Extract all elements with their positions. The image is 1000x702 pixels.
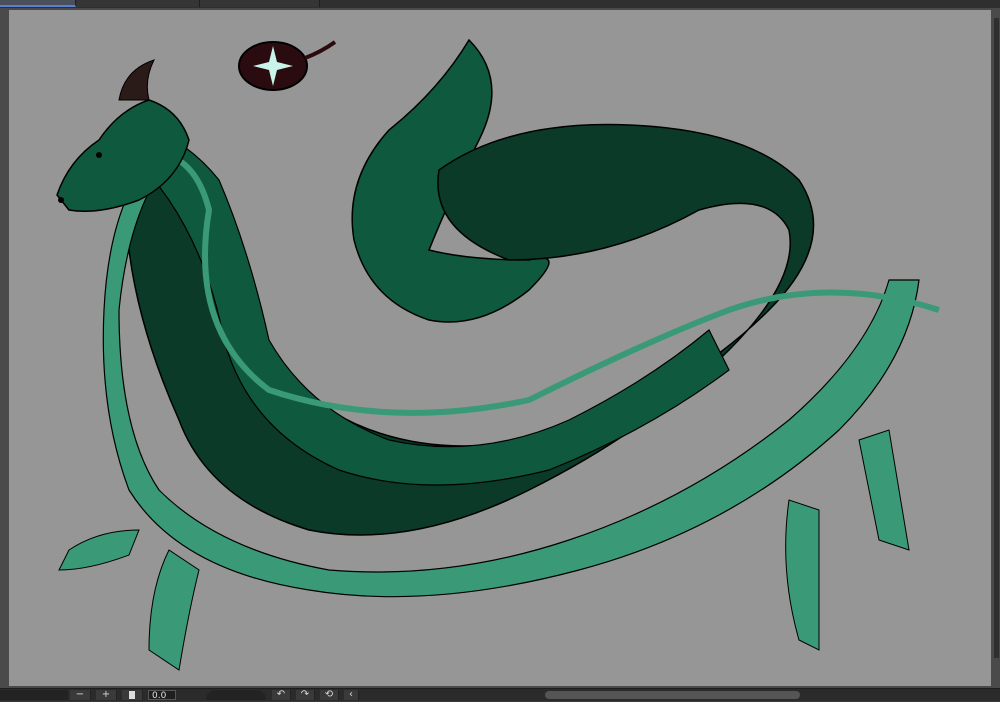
zoom-in-icon: +: [101, 689, 111, 700]
reset-rotation-button[interactable]: ⟲: [320, 690, 339, 700]
horizontal-scrollbar[interactable]: [545, 691, 800, 699]
reset-rotation-icon: ⟲: [324, 689, 334, 700]
vertical-scrollbar[interactable]: [994, 18, 999, 658]
rotate-left-icon: ↶: [276, 689, 286, 700]
dragon-artwork: [56, 38, 940, 671]
navigator-toolbar: − + 0.0 ↶ ↷ ⟲ ‹: [0, 688, 1000, 701]
emblem-icon: [238, 40, 337, 91]
back-leg-left: [148, 549, 200, 671]
rotate-right-icon: ↷: [300, 689, 310, 700]
fit-view-button[interactable]: [122, 690, 143, 700]
flip-button[interactable]: ‹: [344, 690, 359, 700]
front-leg-left: [58, 529, 140, 571]
zoom-in-button[interactable]: +: [96, 690, 117, 700]
canvas-paper[interactable]: [9, 10, 991, 686]
canvas-viewport[interactable]: [0, 8, 1000, 688]
document-tab-active[interactable]: [0, 0, 76, 7]
fit-icon: [129, 691, 135, 699]
zoom-out-icon: −: [75, 689, 85, 700]
document-tab[interactable]: [76, 0, 200, 7]
back-leg-right: [785, 499, 820, 651]
flip-icon: ‹: [349, 689, 353, 700]
toolbar-spacer: [0, 690, 68, 700]
zoom-out-button[interactable]: −: [70, 690, 91, 700]
front-leg-right: [858, 429, 910, 551]
toolbar-separator: [206, 690, 266, 700]
document-tab[interactable]: [200, 0, 320, 7]
rotate-left-button[interactable]: ↶: [272, 690, 291, 700]
rotate-right-button[interactable]: ↷: [296, 690, 315, 700]
zoom-input[interactable]: 0.0: [148, 690, 176, 701]
